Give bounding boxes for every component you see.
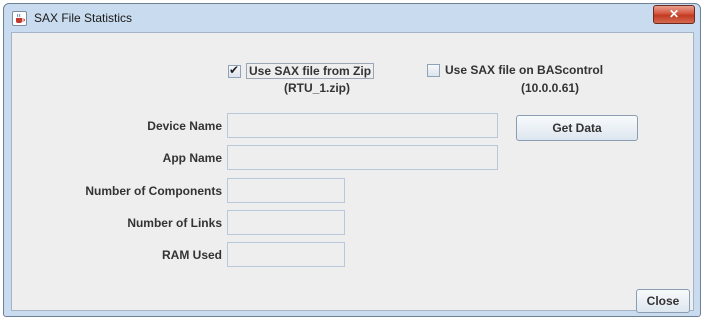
- bascontrol-option[interactable]: Use SAX file on BAScontrol: [427, 63, 603, 77]
- bascontrol-checkbox[interactable]: [427, 63, 440, 77]
- bascontrol-checkbox-label[interactable]: Use SAX file on BAScontrol: [445, 63, 603, 77]
- close-icon[interactable]: ✕: [653, 5, 695, 24]
- device-name-field[interactable]: [227, 113, 498, 138]
- app-name-field[interactable]: [227, 145, 498, 170]
- num-links-field[interactable]: [227, 210, 345, 235]
- device-name-label: Device Name: [147, 119, 222, 133]
- num-components-field[interactable]: [227, 178, 345, 203]
- get-data-button[interactable]: Get Data: [516, 115, 638, 141]
- ram-used-field[interactable]: [227, 242, 345, 267]
- title-bar[interactable]: SAX File Statistics ✕: [4, 4, 700, 32]
- bascontrol-address: (10.0.0.61): [521, 81, 580, 95]
- zip-checkbox[interactable]: [228, 63, 241, 78]
- num-components-label: Number of Components: [85, 184, 222, 198]
- zip-filename: (RTU_1.zip): [284, 81, 350, 95]
- zip-checkbox-label[interactable]: Use SAX file from Zip: [246, 63, 375, 79]
- ram-used-label: RAM Used: [161, 248, 222, 262]
- app-name-label: App Name: [162, 151, 222, 165]
- window-title: SAX File Statistics: [34, 11, 133, 25]
- dialog-window: SAX File Statistics ✕ Use SAX file from …: [3, 3, 701, 317]
- zip-option[interactable]: Use SAX file from Zip: [228, 63, 375, 79]
- close-button[interactable]: Close: [636, 289, 690, 313]
- dialog-content: Use SAX file from Zip (RTU_1.zip) Use SA…: [11, 32, 694, 313]
- num-links-label: Number of Links: [127, 216, 222, 230]
- java-cup-icon: [12, 11, 27, 26]
